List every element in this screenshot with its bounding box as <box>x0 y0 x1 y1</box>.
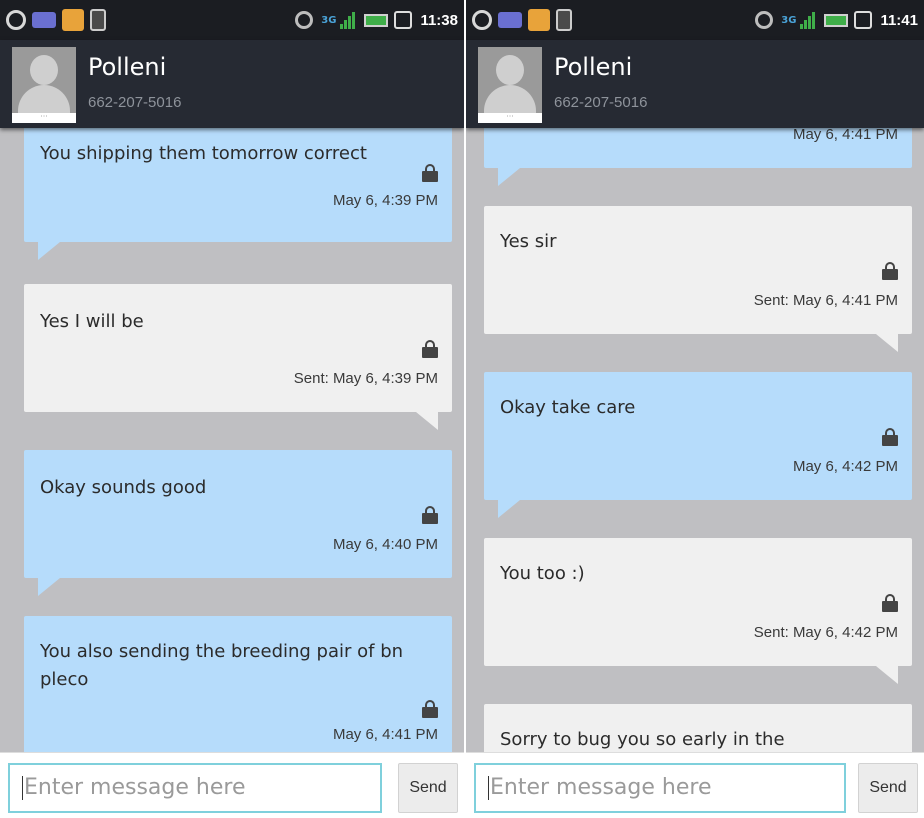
lock-icon <box>422 700 438 718</box>
contact-header[interactable]: ··· Polleni 662-207-5016 <box>0 40 464 128</box>
contact-number: 662-207-5016 <box>554 94 648 111</box>
battery-icon <box>364 13 389 27</box>
message-timestamp: Sent: May 6, 4:42 PM <box>753 624 898 641</box>
battery-icon <box>824 13 849 27</box>
sync-icon <box>295 11 314 29</box>
message-bubble-outgoing[interactable]: Yes I will be Sent: May 6, 4:39 PM <box>24 284 452 430</box>
message-text: You also sending the breeding pair of bn… <box>40 641 404 690</box>
message-input[interactable]: Enter message here <box>474 763 846 813</box>
message-text: You too :) <box>500 563 585 584</box>
message-timestamp: May 6, 4:40 PM <box>332 536 438 553</box>
usb-icon <box>556 9 572 31</box>
lock-icon <box>422 340 438 358</box>
contact-header[interactable]: ··· Polleni 662-207-5016 <box>466 40 924 128</box>
message-bubble-incoming[interactable]: You also sending the breeding pair of bn… <box>24 616 452 752</box>
message-thread[interactable]: You shipping them tomorrow correct May 6… <box>0 128 464 752</box>
status-time: 11:38 <box>420 11 458 29</box>
message-input-placeholder: Enter message here <box>490 775 712 800</box>
message-bubble-incoming[interactable]: Okay sounds good May 6, 4:40 PM <box>24 450 452 596</box>
message-timestamp: May 6, 4:39 PM <box>332 192 438 209</box>
message-timestamp: Sent: May 6, 4:39 PM <box>293 370 438 387</box>
network-type: 3G <box>781 14 797 26</box>
message-thread[interactable]: May 6, 4:41 PM Yes sir Sent: May 6, 4:41… <box>466 128 924 752</box>
status-bar: 3G 11:38 <box>0 0 464 40</box>
composer-bar: Enter message here Send <box>466 752 924 818</box>
lock-icon <box>422 506 438 524</box>
message-text: Okay sounds good <box>40 477 207 498</box>
message-bubble-outgoing[interactable]: Yes sir Sent: May 6, 4:41 PM <box>484 206 912 352</box>
message-text: Sorry to bug you so early in the <box>500 729 785 750</box>
contact-name: Polleni <box>88 53 167 81</box>
message-timestamp: May 6, 4:41 PM <box>332 726 438 743</box>
message-text: You shipping them tomorrow correct <box>40 143 367 164</box>
message-bubble-incoming[interactable]: Okay take care May 6, 4:42 PM <box>484 372 912 518</box>
message-bubble-outgoing[interactable]: Sorry to bug you so early in the <box>484 704 912 752</box>
alarm-icon <box>394 11 413 29</box>
sync-icon <box>6 10 26 30</box>
message-timestamp: May 6, 4:42 PM <box>792 458 898 475</box>
message-timestamp: Sent: May 6, 4:41 PM <box>753 292 898 309</box>
status-bar: 3G 11:41 <box>466 0 924 40</box>
status-time: 11:41 <box>880 11 918 29</box>
message-text: Okay take care <box>500 397 636 418</box>
message-text: Yes sir <box>500 231 557 252</box>
sync-icon <box>755 11 774 29</box>
mail-icon <box>32 12 56 28</box>
lock-icon <box>882 428 898 446</box>
message-input[interactable]: Enter message here <box>8 763 382 813</box>
left-phone-screen: 3G 11:38 ··· Polleni 662-207-5016 You sh… <box>0 0 464 818</box>
message-timestamp: May 6, 4:41 PM <box>792 128 898 143</box>
contact-avatar-icon[interactable]: ··· <box>12 47 76 123</box>
contact-avatar-icon[interactable]: ··· <box>478 47 542 123</box>
message-text: Yes I will be <box>40 311 144 332</box>
lock-icon <box>422 164 438 182</box>
message-bubble-incoming[interactable]: May 6, 4:41 PM <box>484 128 912 186</box>
send-button[interactable]: Send <box>398 763 458 813</box>
app-notification-icon <box>62 9 84 31</box>
signal-icon <box>340 11 356 29</box>
sync-icon <box>472 10 492 30</box>
message-bubble-outgoing[interactable]: You too :) Sent: May 6, 4:42 PM <box>484 538 912 684</box>
right-phone-screen: 3G 11:41 ··· Polleni 662-207-5016 May 6,… <box>466 0 924 818</box>
composer-bar: Enter message here Send <box>0 752 464 818</box>
message-bubble-incoming[interactable]: You shipping them tomorrow correct May 6… <box>24 128 452 260</box>
alarm-icon <box>854 11 873 29</box>
lock-icon <box>882 594 898 612</box>
message-input-placeholder: Enter message here <box>24 775 246 800</box>
contact-name: Polleni <box>554 53 633 81</box>
usb-icon <box>90 9 106 31</box>
contact-number: 662-207-5016 <box>88 94 182 111</box>
signal-icon <box>800 11 816 29</box>
lock-icon <box>882 262 898 280</box>
send-button[interactable]: Send <box>858 763 918 813</box>
network-type: 3G <box>321 14 337 26</box>
mail-icon <box>498 12 522 28</box>
app-notification-icon <box>528 9 550 31</box>
